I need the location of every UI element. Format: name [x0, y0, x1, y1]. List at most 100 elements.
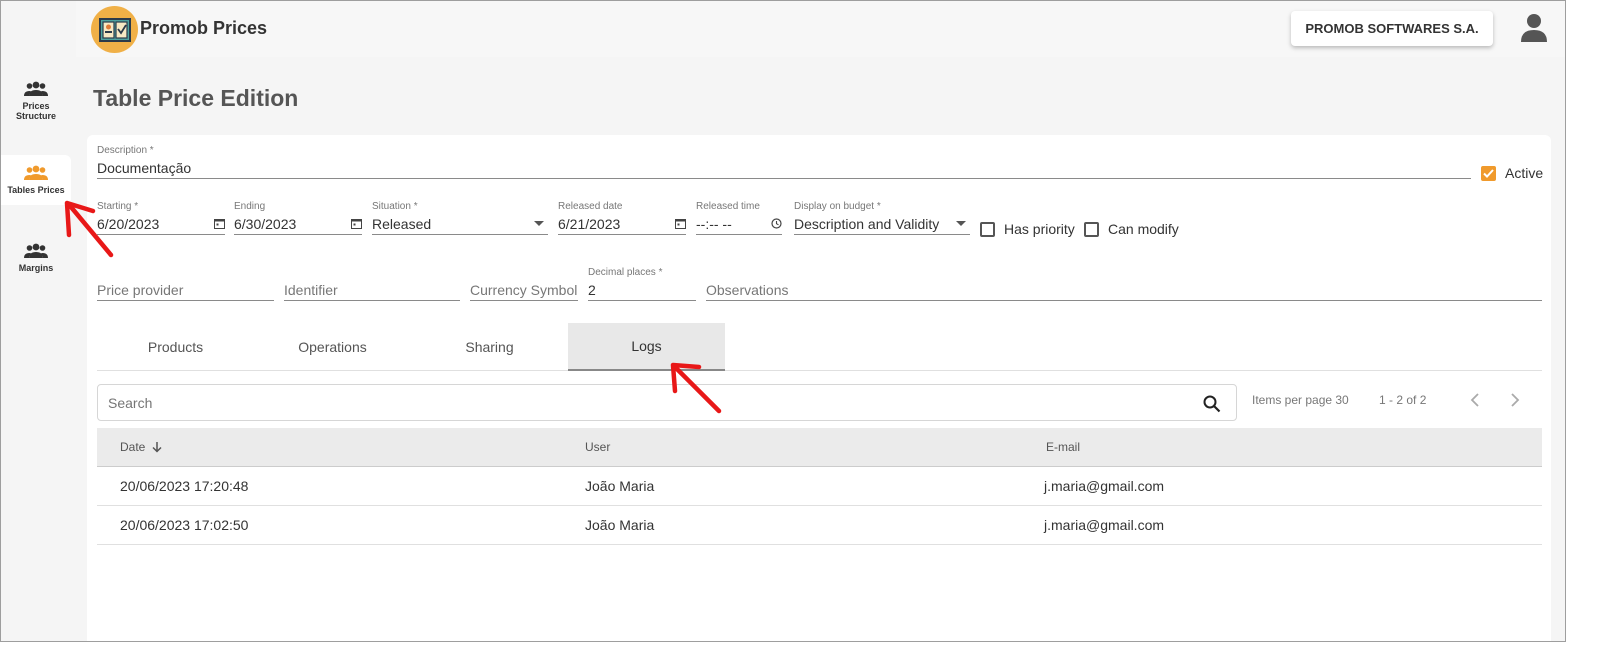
sidebar-item-tables-prices[interactable]: Tables Prices: [1, 155, 71, 205]
cell-user: João Maria: [585, 478, 655, 494]
group-icon: [24, 243, 48, 258]
group-icon: [24, 81, 48, 96]
app-title: Promob Prices: [140, 18, 268, 38]
chevron-left-icon: [1470, 393, 1479, 407]
column-header-email[interactable]: E-mail: [1046, 428, 1080, 466]
cell-user: João Maria: [585, 517, 655, 533]
starting-label: Starting *: [97, 201, 139, 212]
sidebar-item-label: Tables Prices: [7, 185, 65, 195]
calendar-icon[interactable]: [214, 218, 225, 229]
ending-date-input[interactable]: 6/30/2023: [234, 213, 362, 235]
released-date-label: Released date: [558, 201, 623, 212]
sidebar-item-margins[interactable]: Margins: [1, 243, 71, 273]
display-on-budget-dropdown[interactable]: Description and Validity: [794, 213, 970, 235]
released-date-field[interactable]: Released date 6/21/2023: [558, 201, 686, 235]
logs-table: Date User E-mail 20/06/2023 17:20:48 Joã…: [97, 428, 1542, 545]
user-account-icon[interactable]: [1521, 13, 1547, 43]
description-field[interactable]: Description * Documentação: [97, 145, 1471, 179]
situation-dropdown[interactable]: Released: [372, 213, 548, 235]
tab-logs[interactable]: Logs: [568, 323, 725, 371]
can-modify-label: Can modify: [1108, 221, 1179, 237]
sidebar-item-label: Margins: [18, 263, 54, 273]
decimal-places-field[interactable]: Decimal places * 2: [588, 267, 696, 301]
starting-date-input[interactable]: 6/20/2023: [97, 213, 225, 235]
column-header-date[interactable]: Date: [120, 428, 162, 466]
active-checkbox-box[interactable]: [1481, 165, 1496, 181]
currency-symbol-input[interactable]: Currency Symbol: [470, 279, 578, 301]
tab-bar: Products Operations Sharing Logs: [97, 323, 1542, 371]
table-header: Date User E-mail: [97, 428, 1542, 467]
situation-select[interactable]: Situation * Released: [372, 201, 548, 235]
tab-sharing[interactable]: Sharing: [411, 323, 568, 370]
price-board-icon: [98, 17, 131, 42]
top-bar: Promob Prices PROMOB SOFTWARES S.A.: [76, 1, 1565, 57]
price-provider-field[interactable]: Price provider: [97, 267, 274, 301]
tab-operations[interactable]: Operations: [254, 323, 411, 370]
identifier-field[interactable]: Identifier: [284, 267, 460, 301]
active-label: Active: [1505, 165, 1544, 181]
sort-down-icon[interactable]: [152, 441, 162, 453]
table-row[interactable]: 20/06/2023 17:20:48 João Maria j.maria@g…: [97, 467, 1542, 506]
column-header-user[interactable]: User: [585, 428, 610, 466]
app-window: Prices Structure Tables Prices Margins P…: [0, 0, 1566, 642]
check-icon: [1483, 168, 1494, 178]
display-on-budget-label: Display on budget *: [794, 201, 881, 212]
cell-date: 20/06/2023 17:20:48: [120, 478, 249, 494]
clock-icon[interactable]: [771, 218, 782, 229]
has-priority-label: Has priority: [1004, 221, 1075, 237]
released-time-field[interactable]: Released time --:-- --: [696, 201, 782, 235]
released-date-input[interactable]: 6/21/2023: [558, 213, 686, 235]
search-icon[interactable]: [1203, 395, 1221, 413]
observations-field[interactable]: Observations: [706, 267, 1542, 301]
app-logo: [91, 6, 138, 53]
starting-date-field[interactable]: Starting * 6/20/2023: [97, 201, 225, 235]
can-modify-checkbox-box[interactable]: [1084, 221, 1099, 237]
table-price-form-card: Description * Documentação Active Starti…: [87, 135, 1551, 641]
has-priority-checkbox[interactable]: Has priority: [980, 221, 1075, 237]
has-priority-checkbox-box[interactable]: [980, 221, 995, 237]
dropdown-arrow-icon: [956, 221, 966, 226]
search-input[interactable]: [97, 384, 1237, 421]
description-input[interactable]: Documentação: [97, 157, 1471, 179]
next-page-button[interactable]: [1505, 390, 1525, 410]
decimal-places-input[interactable]: 2: [588, 279, 696, 301]
table-row[interactable]: 20/06/2023 17:02:50 João Maria j.maria@g…: [97, 506, 1542, 545]
situation-value: Released: [372, 215, 432, 232]
items-per-page[interactable]: Items per page 30: [1252, 393, 1349, 407]
cell-date: 20/06/2023 17:02:50: [120, 517, 249, 533]
page-title: Table Price Edition: [93, 85, 299, 111]
identifier-input[interactable]: Identifier: [284, 279, 460, 301]
company-selector-button[interactable]: PROMOB SOFTWARES S.A.: [1291, 11, 1493, 46]
page-range: 1 - 2 of 2: [1379, 393, 1427, 407]
currency-symbol-spacer: [470, 267, 578, 279]
released-date-value: 6/21/2023: [558, 215, 621, 232]
ending-value: 6/30/2023: [234, 215, 297, 232]
previous-page-button[interactable]: [1465, 390, 1485, 410]
cell-email: j.maria@gmail.com: [1044, 478, 1165, 494]
sidebar-item-label: Prices Structure: [15, 101, 56, 121]
ending-date-field[interactable]: Ending 6/30/2023: [234, 201, 362, 235]
tab-products[interactable]: Products: [97, 323, 254, 370]
calendar-icon[interactable]: [675, 218, 686, 229]
sidebar-item-prices-structure[interactable]: Prices Structure: [1, 81, 71, 121]
price-provider-input[interactable]: Price provider: [97, 279, 274, 301]
price-provider-spacer: [97, 267, 274, 279]
identifier-spacer: [284, 267, 460, 279]
active-checkbox[interactable]: Active: [1481, 165, 1543, 181]
situation-label: Situation *: [372, 201, 418, 212]
sidebar: Prices Structure Tables Prices Margins: [1, 1, 71, 641]
currency-symbol-field[interactable]: Currency Symbol: [470, 267, 578, 301]
released-time-input[interactable]: --:-- --: [696, 213, 782, 235]
cell-email: j.maria@gmail.com: [1044, 517, 1165, 533]
decimal-places-label: Decimal places *: [588, 267, 663, 278]
display-on-budget-select[interactable]: Display on budget * Description and Vali…: [794, 201, 970, 235]
can-modify-checkbox[interactable]: Can modify: [1084, 221, 1179, 237]
observations-input[interactable]: Observations: [706, 279, 1542, 301]
ending-label: Ending: [234, 201, 266, 212]
description-label: Description *: [97, 145, 154, 156]
calendar-icon[interactable]: [351, 218, 362, 229]
column-header-label: Date: [120, 440, 146, 454]
released-time-label: Released time: [696, 201, 760, 212]
display-on-budget-value: Description and Validity: [794, 215, 940, 232]
group-icon: [24, 165, 48, 180]
